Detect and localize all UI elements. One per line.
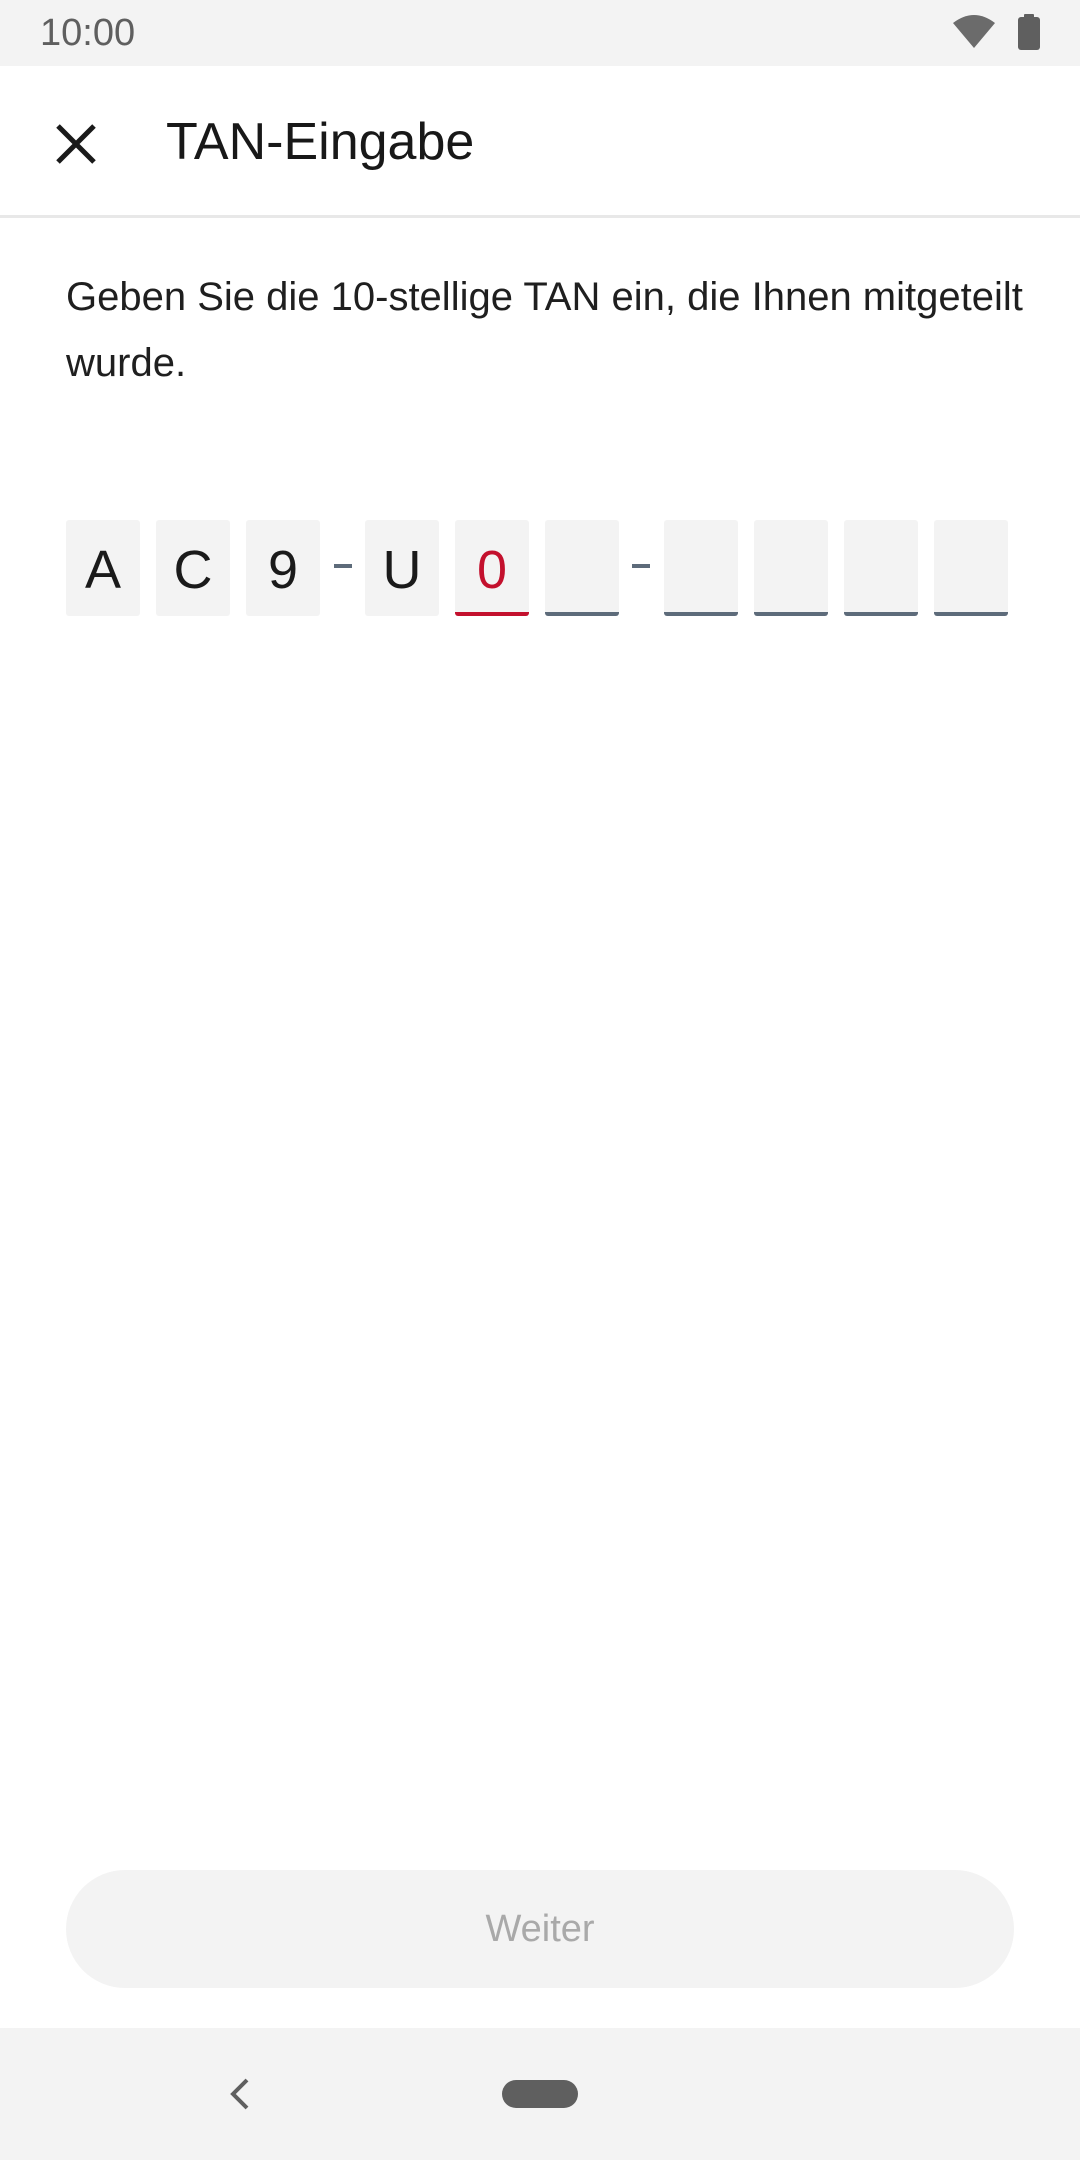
tan-char-5[interactable]: 0 bbox=[455, 520, 529, 616]
nav-back-button[interactable] bbox=[210, 2064, 270, 2124]
tan-char-4[interactable]: U bbox=[365, 520, 439, 616]
battery-icon bbox=[1018, 14, 1040, 55]
status-bar: 10:00 bbox=[0, 0, 1080, 66]
tan-char-2[interactable]: C bbox=[156, 520, 230, 616]
nav-home-pill-icon[interactable] bbox=[502, 2080, 578, 2108]
tan-char-7[interactable] bbox=[664, 520, 738, 616]
tan-char-3[interactable]: 9 bbox=[246, 520, 320, 616]
page-title: TAN-Eingabe bbox=[166, 113, 475, 171]
tan-separator bbox=[632, 564, 650, 568]
continue-button[interactable]: Weiter bbox=[66, 1870, 1014, 1988]
tan-separator bbox=[334, 564, 352, 568]
app-bar: TAN-Eingabe bbox=[0, 66, 1080, 218]
status-icons bbox=[952, 14, 1040, 55]
nav-back-icon bbox=[230, 2078, 249, 2110]
tan-entry-screen: 10:00 TAN-Eingabe Geben Sie die 10-stell… bbox=[0, 0, 1080, 2160]
tan-char-10[interactable] bbox=[934, 520, 1008, 616]
system-nav-bar bbox=[0, 2028, 1080, 2160]
tan-char-6[interactable] bbox=[545, 520, 619, 616]
instructions-text: Geben Sie die 10-stellige TAN ein, die I… bbox=[66, 275, 1023, 385]
close-button[interactable] bbox=[36, 104, 116, 184]
wifi-icon bbox=[952, 15, 996, 54]
tan-char-1[interactable]: A bbox=[66, 520, 140, 616]
status-time: 10:00 bbox=[40, 12, 136, 54]
close-icon bbox=[56, 124, 96, 164]
tan-char-9[interactable] bbox=[844, 520, 918, 616]
tan-char-8[interactable] bbox=[754, 520, 828, 616]
